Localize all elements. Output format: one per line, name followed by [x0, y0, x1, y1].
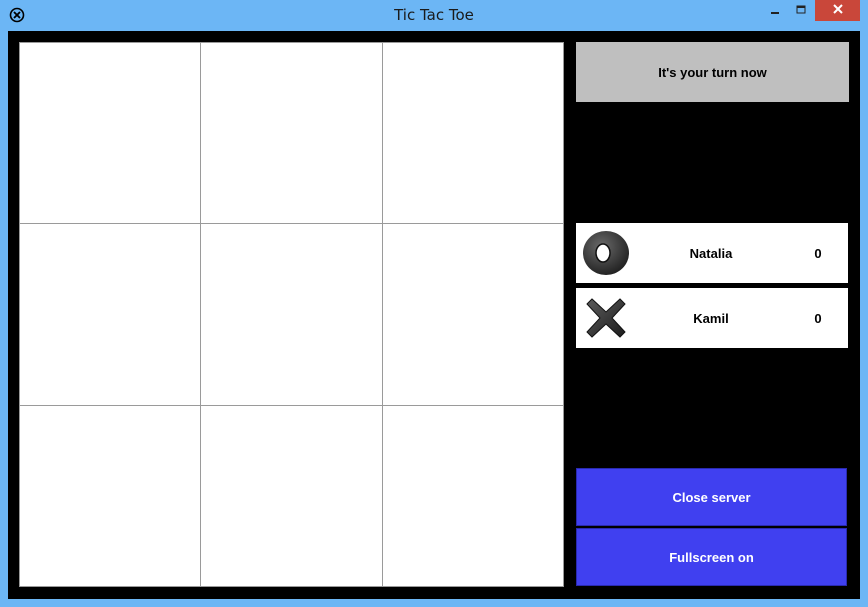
board-cell-2[interactable]: [200, 42, 383, 224]
game-board: [19, 42, 564, 587]
x-piece-icon: [581, 293, 631, 343]
maximize-button[interactable]: [790, 0, 812, 21]
board-cell-5[interactable]: [200, 223, 383, 406]
board-cell-3[interactable]: [382, 42, 564, 224]
maximize-icon: [796, 2, 806, 20]
player-card-natalia: Natalia 0: [576, 223, 848, 283]
close-icon: [832, 2, 844, 20]
board-cell-8[interactable]: [200, 405, 383, 587]
board-cell-7[interactable]: [19, 405, 201, 587]
player-name: Natalia: [689, 245, 733, 261]
game-area: It's your turn now Natalia 0 Kamil 0 Clo…: [8, 31, 860, 599]
player-score: 0: [814, 310, 822, 326]
player-name: Kamil: [693, 310, 729, 326]
minimize-button[interactable]: [764, 0, 786, 21]
close-server-button[interactable]: Close server: [576, 468, 847, 526]
board-cell-6[interactable]: [382, 223, 564, 406]
title-bar[interactable]: Tic Tac Toe: [0, 0, 868, 30]
turn-status: It's your turn now: [576, 42, 849, 102]
player-score: 0: [814, 245, 822, 261]
window-title: Tic Tac Toe: [394, 6, 474, 24]
board-cell-4[interactable]: [19, 223, 201, 406]
fullscreen-button[interactable]: Fullscreen on: [576, 528, 847, 586]
minimize-icon: [770, 2, 780, 20]
o-piece-icon: [581, 228, 631, 278]
board-cell-1[interactable]: [19, 42, 201, 224]
player-card-kamil: Kamil 0: [576, 288, 848, 348]
close-button[interactable]: [815, 0, 860, 21]
app-window: Tic Tac Toe It's your turn now Natalia 0…: [0, 0, 868, 607]
board-cell-9[interactable]: [382, 405, 564, 587]
